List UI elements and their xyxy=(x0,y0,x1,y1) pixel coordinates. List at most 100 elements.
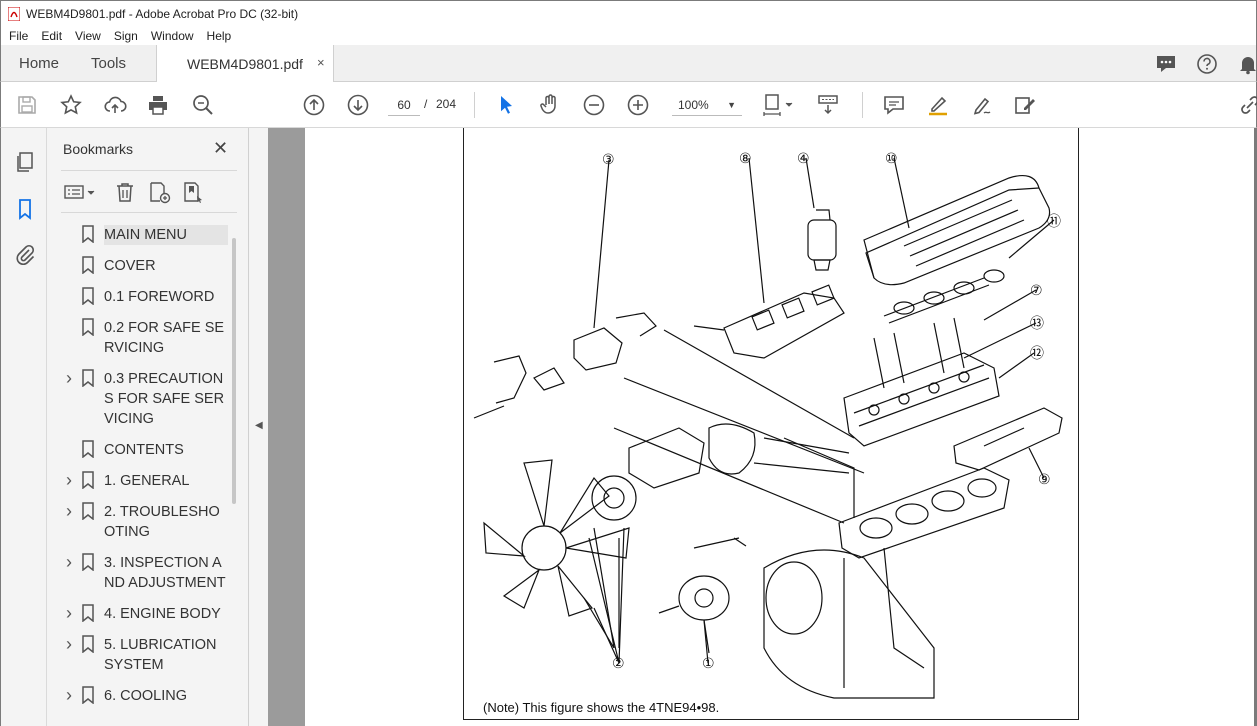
bookmark-item[interactable]: COVER xyxy=(61,251,233,282)
menu-bar: File Edit View Sign Window Help xyxy=(0,26,1257,45)
bookmark-options-icon[interactable] xyxy=(63,180,97,204)
chevron-right-icon[interactable]: › xyxy=(61,604,77,622)
cooling-fan xyxy=(483,459,630,617)
tab-document[interactable]: WEBM4D9801.pdf × xyxy=(156,45,334,82)
toolbar-divider xyxy=(474,92,475,118)
bookmark-item[interactable]: 0.2 FOR SAFE SERVICING xyxy=(61,313,233,364)
chevron-right-icon[interactable]: › xyxy=(61,553,77,571)
callout-7: ⑦ xyxy=(1030,283,1043,299)
tab-home[interactable]: Home xyxy=(19,55,59,72)
menu-edit[interactable]: Edit xyxy=(41,29,62,43)
bookmark-label: 3. INSPECTION AND ADJUSTMENT xyxy=(104,555,226,591)
bookmark-item[interactable]: › 0.3 PRECAUTIONS FOR SAFE SERVICING xyxy=(61,364,233,435)
menu-file[interactable]: File xyxy=(9,29,28,43)
bookmark-ribbon-icon xyxy=(82,604,94,622)
bookmark-label: 0.1 FOREWORD xyxy=(104,289,215,305)
document-viewer[interactable]: ③ ⑧ ④ ⑩ ⑪ ⑦ ⑬ ⑫ ⑨ ② ① (Note) This figure… xyxy=(268,128,1255,726)
intake-manifold xyxy=(723,292,845,359)
zoom-search-icon[interactable] xyxy=(191,93,215,117)
page-total: 204 xyxy=(436,97,457,111)
callout-2: ② xyxy=(612,656,625,672)
rocker-cover xyxy=(863,175,1051,286)
bookmark-ribbon-icon xyxy=(82,553,94,571)
bookmark-from-structure-icon[interactable] xyxy=(181,180,205,204)
bookmark-ribbon-icon xyxy=(82,440,94,458)
zoom-in-icon[interactable] xyxy=(626,93,650,117)
bookmarks-panel-icon[interactable] xyxy=(13,197,37,221)
bookmark-ribbon-icon xyxy=(82,686,94,704)
delete-trash-icon[interactable] xyxy=(113,180,137,204)
chevron-right-icon[interactable]: › xyxy=(61,471,77,489)
page-thumbnails-icon[interactable] xyxy=(13,150,37,174)
bookmark-ribbon-icon xyxy=(82,318,94,336)
bookmark-ribbon-icon xyxy=(82,225,94,243)
bookmarks-toolbar xyxy=(61,170,237,213)
scroll-mode-icon[interactable] xyxy=(816,93,840,117)
title-bar: WEBM4D9801.pdf - Adobe Acrobat Pro DC (3… xyxy=(0,0,1257,26)
bookmark-ribbon-icon xyxy=(82,287,94,305)
collapse-arrow-icon[interactable]: ◀ xyxy=(255,420,263,431)
new-bookmark-icon[interactable] xyxy=(147,180,171,204)
menu-view[interactable]: View xyxy=(75,29,101,43)
bookmark-ribbon-icon xyxy=(82,635,94,653)
page-number-input[interactable]: 60 xyxy=(388,94,420,116)
pdf-page: ③ ⑧ ④ ⑩ ⑪ ⑦ ⑬ ⑫ ⑨ ② ① (Note) This figure… xyxy=(305,128,1255,726)
bookmark-label: 2. TROUBLESHOOTING xyxy=(104,504,220,540)
thermostat-housing xyxy=(573,327,623,371)
bookmark-item[interactable]: › 3. INSPECTION AND ADJUSTMENT xyxy=(61,548,233,599)
help-icon[interactable] xyxy=(1196,53,1218,75)
chevron-right-icon[interactable]: › xyxy=(61,369,77,387)
attachments-paperclip-icon[interactable] xyxy=(13,243,37,267)
add-comment-icon[interactable] xyxy=(882,93,906,117)
chevron-right-icon[interactable]: › xyxy=(61,635,77,653)
menu-sign[interactable]: Sign xyxy=(114,29,138,43)
bookmarks-scrollbar[interactable] xyxy=(232,238,236,504)
bookmarks-panel: Bookmarks ✕ MAIN MENU COVER 0.1 FOREWORD 0.… xyxy=(47,128,249,726)
bookmark-item[interactable]: › 1. GENERAL xyxy=(61,466,233,497)
comment-bubble-icon[interactable] xyxy=(1155,53,1177,75)
tab-tools[interactable]: Tools xyxy=(91,55,126,72)
tab-close-icon[interactable]: × xyxy=(317,55,325,70)
toolbar-divider xyxy=(862,92,863,118)
bookmark-item[interactable]: CONTENTS xyxy=(61,435,233,466)
bookmark-item[interactable]: › 4. ENGINE BODY xyxy=(61,599,233,630)
fuel-filter xyxy=(807,219,837,261)
next-page-icon[interactable] xyxy=(346,93,370,117)
bookmark-item[interactable]: › 5. LUBRICATION SYSTEM xyxy=(61,630,233,681)
edit-pdf-icon[interactable] xyxy=(1013,93,1037,117)
bookmark-item[interactable]: › 6. COOLING xyxy=(61,681,233,712)
bookmark-star-icon[interactable] xyxy=(59,93,83,117)
bookmark-ribbon-icon xyxy=(82,256,94,274)
highlight-pen-icon[interactable] xyxy=(926,93,950,117)
bookmark-label: 0.3 PRECAUTIONS FOR SAFE SERVICING xyxy=(104,371,225,427)
bookmark-label: 6. COOLING xyxy=(104,688,187,704)
hand-pan-icon[interactable] xyxy=(538,93,562,117)
menu-help[interactable]: Help xyxy=(207,29,232,43)
previous-page-icon[interactable] xyxy=(302,93,326,117)
callout-12: ⑫ xyxy=(1030,346,1044,362)
exploded-engine-diagram: ③ ⑧ ④ ⑩ ⑪ ⑦ ⑬ ⑫ ⑨ ② ① xyxy=(473,151,1063,699)
upload-cloud-icon[interactable] xyxy=(103,93,127,117)
chevron-right-icon[interactable]: › xyxy=(61,686,77,704)
cylinder-head xyxy=(843,352,1000,447)
chevron-right-icon[interactable]: › xyxy=(61,502,77,520)
print-icon[interactable] xyxy=(146,93,170,117)
bookmark-item[interactable]: MAIN MENU xyxy=(61,220,233,251)
bookmark-label: 0.2 FOR SAFE SERVICING xyxy=(104,320,225,356)
bookmark-spacer xyxy=(61,287,77,305)
window-title: WEBM4D9801.pdf - Adobe Acrobat Pro DC (3… xyxy=(26,6,299,21)
bookmark-item[interactable]: 0.1 FOREWORD xyxy=(61,282,233,313)
select-cursor-icon[interactable] xyxy=(494,93,518,117)
link-icon[interactable] xyxy=(1238,93,1257,117)
zoom-out-icon[interactable] xyxy=(582,93,606,117)
draw-sign-icon[interactable] xyxy=(970,93,994,117)
close-icon[interactable]: ✕ xyxy=(213,138,228,159)
notification-bell-icon[interactable] xyxy=(1237,53,1257,75)
bookmark-item[interactable]: › 2. TROUBLESHOOTING xyxy=(61,497,233,548)
page-fit-icon[interactable] xyxy=(762,93,796,117)
bookmarks-panel-title: Bookmarks xyxy=(63,141,134,157)
zoom-level-select[interactable]: 100% ▼ xyxy=(672,94,742,116)
menu-window[interactable]: Window xyxy=(151,29,194,43)
panel-collapse-strip[interactable]: ◀ xyxy=(249,128,268,726)
save-icon[interactable] xyxy=(15,93,39,117)
